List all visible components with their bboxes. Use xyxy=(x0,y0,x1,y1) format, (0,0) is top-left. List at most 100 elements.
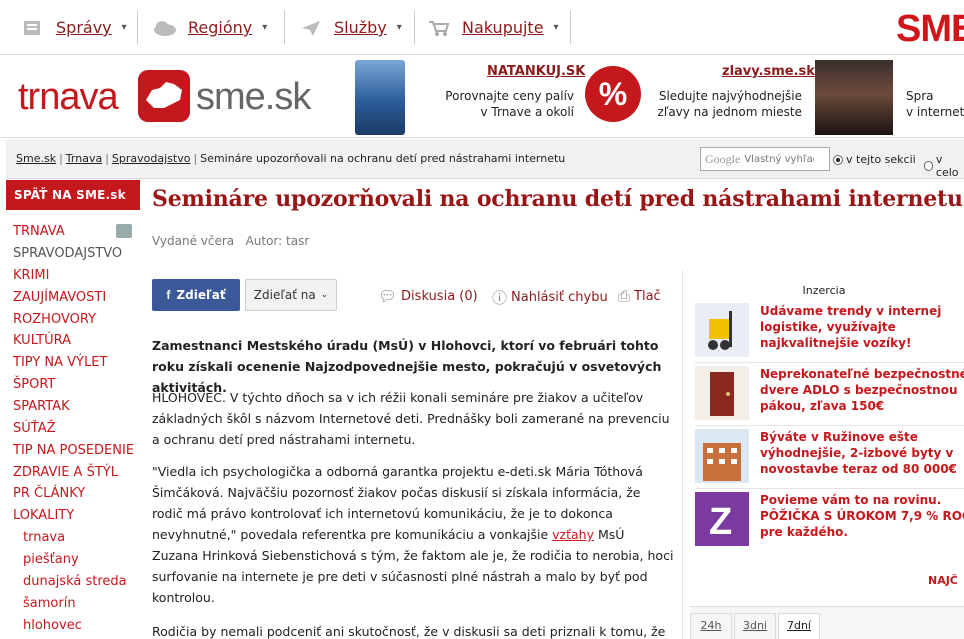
sidebar-item-tipy-na-vylet[interactable]: TIPY NA VÝLET xyxy=(13,355,107,370)
tab-3dni[interactable]: 3dni xyxy=(734,613,776,639)
sidebar-item-lokality[interactable]: LOKALITY xyxy=(13,508,74,523)
ad-item[interactable]: Z Povieme vám to na rovinu. PÔŽIČKA S ÚR… xyxy=(695,492,964,548)
nav-regiony[interactable]: Regióny ▾ xyxy=(152,0,267,55)
ad-divider xyxy=(695,362,964,363)
logo-sme-text[interactable]: sme.sk xyxy=(196,76,311,119)
nav-divider xyxy=(414,10,415,44)
print-link[interactable]: ⎙ Tlač xyxy=(618,287,661,305)
chevron-down-icon: ▾ xyxy=(396,22,402,33)
ad-line: Udávame trendy v internej xyxy=(760,304,942,318)
zlavy-link[interactable]: zlavy.sme.sk xyxy=(722,64,815,79)
sidebar-item-rozhovory[interactable]: ROZHOVORY xyxy=(13,312,96,327)
search-box[interactable]: Google xyxy=(700,147,830,171)
promo-person-image[interactable] xyxy=(815,60,893,135)
nav-spravy[interactable]: Správy ▾ xyxy=(20,0,127,55)
ad-text: Býváte v Ružinove ešte výhodnejšie, 2-iz… xyxy=(760,429,964,477)
sidebar-subitem-dunajska-streda[interactable]: dunajská streda xyxy=(23,574,127,589)
site-header: trnava sme.sk NATANKUJ.SK Porovnajte cen… xyxy=(0,56,964,138)
z-logo-icon: Z xyxy=(695,492,749,546)
sidebar-item-tip-na-posedenie[interactable]: TIP NA POSEDENIE xyxy=(13,443,134,458)
tab-7dni[interactable]: 7dní xyxy=(778,613,820,639)
search-input[interactable] xyxy=(744,153,815,165)
tab-24h[interactable]: 24h xyxy=(690,613,732,639)
nav-sluzby[interactable]: Služby ▾ xyxy=(298,0,402,55)
sidebar-subitem-trnava[interactable]: trnava xyxy=(23,530,65,545)
breadcrumb-link[interactable]: Sme.sk xyxy=(16,152,56,165)
report-label: Nahlásiť chybu xyxy=(511,290,608,305)
ad-item[interactable]: Udávame trendy v internej logistike, vyu… xyxy=(695,303,964,359)
nav-divider xyxy=(137,10,138,44)
ad-item[interactable]: Býváte v Ružinove ešte výhodnejšie, 2-iz… xyxy=(695,429,964,485)
article-paragraph-1: HLOHOVEC. V týchto dňoch sa v ich réžii … xyxy=(152,390,670,447)
ad-line: PÔŽIČKA S ÚROKOM 7,9 % ROČNE xyxy=(760,509,964,523)
promo-line: Spra xyxy=(906,89,934,103)
ads-label: Inzercia xyxy=(802,284,846,297)
svg-text:Z: Z xyxy=(709,501,732,543)
radio-icon xyxy=(833,154,843,165)
promo-line: zľavy na jednom mieste xyxy=(657,105,802,119)
logo-trnava-text[interactable]: trnava xyxy=(18,76,119,119)
report-error-link[interactable]: ⓘ Nahlásiť chybu xyxy=(492,287,608,308)
promo3-description: Spra v internet xyxy=(906,88,964,120)
sidebar-item-spartak[interactable]: SPARTAK xyxy=(13,399,70,414)
sidebar-item-krimi[interactable]: KRIMI xyxy=(13,268,49,283)
fuel-pump-image[interactable] xyxy=(355,60,405,135)
nav-label: Služby xyxy=(334,18,387,37)
back-to-sme-button[interactable]: SPÄŤ NA SME.sk xyxy=(6,180,140,210)
article-inline-link[interactable]: vzťahy xyxy=(552,527,594,542)
chevron-down-icon: ▾ xyxy=(121,22,127,33)
speech-bubble-icon: 💬︎ xyxy=(378,287,398,305)
breadcrumb-link[interactable]: Spravodajstvo xyxy=(112,152,191,165)
sidebar-subitem-samorin[interactable]: šamorín xyxy=(23,596,76,611)
ad-line: Neprekonateľné bezpečnostné xyxy=(760,367,964,381)
article-headline: Semináre upozorňovali na ochranu detí pr… xyxy=(152,186,963,212)
radio-this-section[interactable]: v tejto sekcii xyxy=(833,153,916,166)
facebook-share-button[interactable]: f Zdieľať xyxy=(152,279,240,311)
sidebar-item-sutaz[interactable]: SÚŤAŽ xyxy=(13,421,56,436)
print-label: Tlač xyxy=(634,288,661,304)
ad-line: Povieme vám to na rovinu. xyxy=(760,493,942,507)
radio-whole-site[interactable]: v celo xyxy=(924,153,964,179)
ad-line: dvere ADLO s bezpečnostnou xyxy=(760,383,958,397)
ad-divider xyxy=(695,488,964,489)
ad-line: pákou, zľava 150€ xyxy=(760,399,885,413)
sidebar-item-pr-clanky[interactable]: PR ČLÁNKY xyxy=(13,486,85,501)
percent-badge-icon[interactable]: % xyxy=(585,66,641,122)
nav-label: Nakupujte xyxy=(462,18,544,37)
ad-item[interactable]: Neprekonateľné bezpečnostné dvere ADLO s… xyxy=(695,366,964,422)
sidebar-item-zdravie-a-styl[interactable]: ZDRAVIE A ŠTÝL xyxy=(13,465,118,480)
article-paragraph-2: "Viedla ich psychologička a odborná gara… xyxy=(152,461,674,608)
share-dropdown-button[interactable]: Zdieľať na ⌄ xyxy=(245,279,337,311)
sidebar-item-kultura[interactable]: KULTÚRA xyxy=(13,333,71,348)
sidebar-subitem-piestany[interactable]: piešťany xyxy=(23,552,79,567)
nav-nakupujte[interactable]: Nakupujte ▾ xyxy=(426,0,559,55)
nav-label: Správy xyxy=(56,18,112,37)
door-icon xyxy=(695,366,749,420)
ad-line: novostavbe teraz od 80 000€ xyxy=(760,462,957,476)
promo-line: Sledujte najvýhodnejšie xyxy=(658,89,802,103)
cart-icon xyxy=(426,18,452,38)
sme-logo[interactable]: SME xyxy=(896,8,964,51)
chevron-down-icon: ▾ xyxy=(262,22,268,33)
sidebar-item-spravodajstvo[interactable]: SPRAVODAJSTVO xyxy=(13,246,122,261)
article-meta: Vydané včera Autor: tasr xyxy=(152,234,310,248)
ad-text: Udávame trendy v internej logistike, vyu… xyxy=(760,303,964,351)
home-icon[interactable] xyxy=(116,224,132,238)
discussion-link[interactable]: 💬︎ Diskusia (0) xyxy=(378,287,478,305)
sidebar-item-trnava[interactable]: TRNAVA xyxy=(13,224,65,239)
cloud-icon xyxy=(152,18,178,38)
discussion-label: Diskusia (0) xyxy=(401,288,478,304)
sidebar-item-sport[interactable]: ŠPORT xyxy=(13,377,55,392)
breadcrumb-link[interactable]: Trnava xyxy=(66,152,102,165)
left-sidebar: SPÄŤ NA SME.sk TRNAVA SPRAVODAJSTVO KRIM… xyxy=(6,180,140,639)
zlavy-description: Sledujte najvýhodnejšie zľavy na jednom … xyxy=(650,88,802,120)
natankuj-link[interactable]: NATANKUJ.SK xyxy=(487,64,585,79)
ad-line: Býváte v Ružinove ešte xyxy=(760,430,918,444)
nav-divider xyxy=(570,10,571,44)
radio-label: v tejto sekcii xyxy=(846,153,916,166)
promo-line: v internet xyxy=(906,105,964,119)
sidebar-subitem-hlohovec[interactable]: hlohovec xyxy=(23,618,82,633)
nav-divider xyxy=(284,10,285,44)
sidebar-item-zaujimavosti[interactable]: ZAUJÍMAVOSTI xyxy=(13,290,106,305)
radio-label: v celo xyxy=(935,153,959,179)
